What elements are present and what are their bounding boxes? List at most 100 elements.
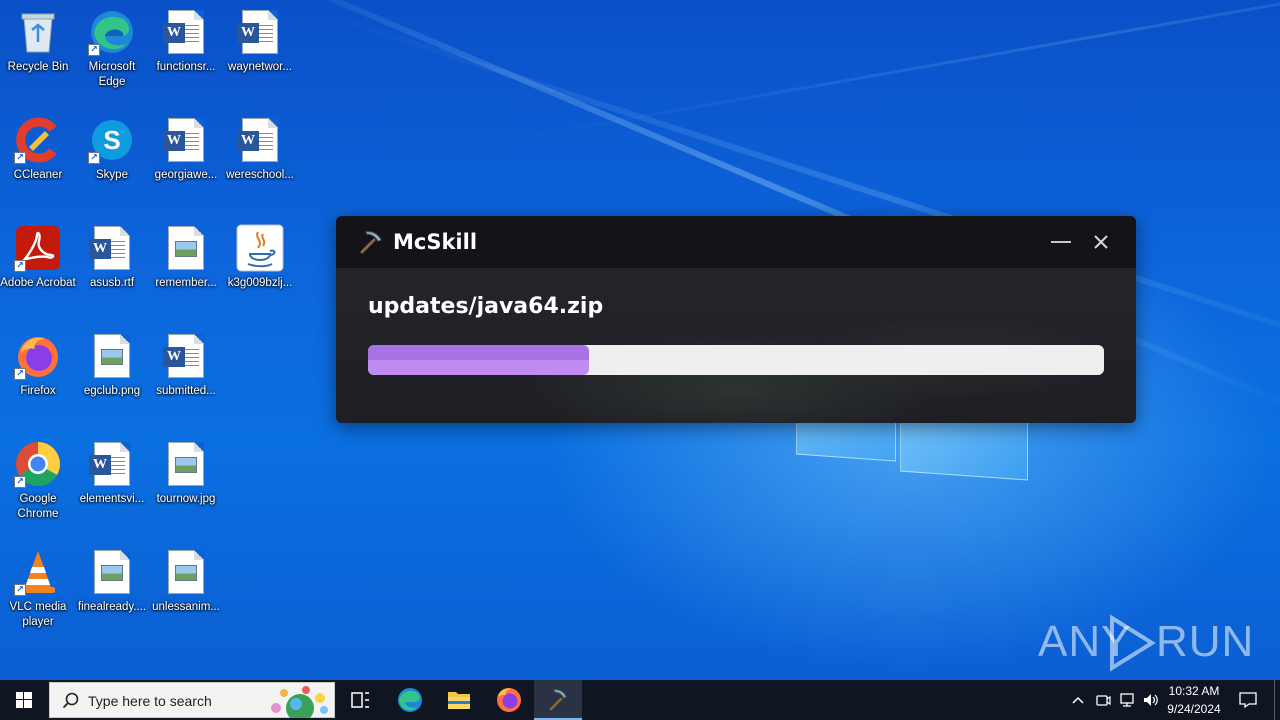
acrobat-icon: ↗ (14, 224, 62, 272)
word-doc-icon: W (162, 8, 210, 56)
desktop-icon-k3g009bzlj[interactable]: k3g009bzlj... (222, 216, 298, 320)
search-highlight-illustration-icon (271, 686, 328, 718)
edge-icon: ↗ (88, 8, 136, 56)
desktop-icon-asusb[interactable]: W asusb.rtf (74, 216, 150, 320)
window-title: McSkill (393, 230, 478, 254)
svg-text:S: S (103, 125, 120, 155)
desktop-icon-chrome[interactable]: ↗ Google Chrome (0, 432, 76, 536)
desktop-icon-finealready[interactable]: finealready.... (74, 540, 150, 644)
light-beam (499, 0, 1280, 143)
word-doc-icon: W (162, 116, 210, 164)
desktop-icon-ccleaner[interactable]: ↗ CCleaner (0, 108, 76, 212)
desktop-icon-tournow[interactable]: tournow.jpg (148, 432, 224, 536)
icon-label: wereschool... (226, 169, 294, 181)
image-file-icon (88, 332, 136, 380)
icon-label: Recycle Bin (7, 61, 69, 73)
pickaxe-icon (358, 228, 384, 254)
desktop-icon-recycle-bin[interactable]: Recycle Bin (0, 0, 76, 104)
firefox-icon: ↗ (14, 332, 62, 380)
taskbar-file-explorer-button[interactable] (435, 680, 483, 720)
ccleaner-icon: ↗ (14, 116, 62, 164)
icon-label: Firefox (20, 385, 56, 397)
icon-label: k3g009bzlj... (227, 277, 293, 289)
desktop-icon-edge[interactable]: ↗ Microsoft Edge (74, 0, 150, 104)
java-icon (236, 224, 284, 272)
shortcut-arrow-icon: ↗ (14, 368, 26, 380)
network-icon[interactable] (1118, 691, 1136, 709)
desktop-icon-remember[interactable]: remember... (148, 216, 224, 320)
desktop-icon-unlessanim[interactable]: unlessanim... (148, 540, 224, 644)
icon-label: Adobe Acrobat (0, 277, 76, 289)
icon-label: georgiawe... (154, 169, 218, 181)
windows-logo-icon (16, 692, 32, 708)
shortcut-arrow-icon: ↗ (14, 152, 26, 164)
desktop-icon-functionsr[interactable]: W functionsr... (148, 0, 224, 104)
taskbar-edge-button[interactable] (386, 680, 434, 720)
show-desktop-button[interactable] (1274, 680, 1280, 720)
vlc-icon: ↗ (14, 548, 62, 596)
anyrun-watermark: ANY RUN (1038, 612, 1253, 672)
desktop-icon-elementsvi[interactable]: W elementsvi... (74, 432, 150, 536)
edge-icon (398, 688, 422, 712)
image-file-icon (88, 548, 136, 596)
word-doc-icon: W (236, 116, 284, 164)
taskbar-search-box[interactable]: Type here to search (49, 682, 335, 718)
watermark-run: RUN (1156, 617, 1255, 666)
desktop-icon-skype[interactable]: S ↗ Skype (74, 108, 150, 212)
chrome-icon: ↗ (14, 440, 62, 488)
shortcut-arrow-icon: ↗ (88, 152, 100, 164)
close-icon (1094, 235, 1108, 249)
folder-icon (448, 692, 470, 709)
image-file-icon (162, 548, 210, 596)
clock-date[interactable]: 9/24/2024 (1162, 702, 1226, 716)
task-view-button[interactable] (336, 680, 384, 720)
word-doc-icon: W (162, 332, 210, 380)
desktop-icon-egclub[interactable]: egclub.png (74, 324, 150, 428)
desktop-icon-submitted[interactable]: W submitted... (148, 324, 224, 428)
firefox-icon (497, 688, 521, 712)
icon-label: tournow.jpg (156, 493, 216, 505)
icon-label: functionsr... (156, 61, 216, 73)
desktop-icon-acrobat[interactable]: ↗ Adobe Acrobat (0, 216, 76, 320)
close-button[interactable] (1088, 230, 1114, 254)
volume-icon[interactable] (1142, 691, 1160, 709)
clock-time[interactable]: 10:32 AM (1162, 684, 1226, 698)
desktop-icon-vlc[interactable]: ↗ VLC media player (0, 540, 76, 644)
image-file-icon (162, 440, 210, 488)
window-titlebar[interactable]: McSkill (336, 216, 1136, 268)
download-progress-bar (368, 345, 1104, 375)
play-triangle-icon (1110, 614, 1156, 672)
minimize-button[interactable] (1046, 230, 1076, 254)
search-placeholder: Type here to search (88, 693, 212, 709)
word-doc-icon: W (88, 224, 136, 272)
start-button[interactable] (0, 680, 48, 720)
shortcut-arrow-icon: ↗ (14, 584, 26, 596)
icon-label: unlessanim... (152, 601, 220, 613)
recycle-bin-icon (14, 8, 62, 56)
notifications-icon[interactable] (1238, 690, 1258, 710)
show-hidden-icons-chevron-up-icon[interactable] (1070, 692, 1086, 708)
shortcut-arrow-icon: ↗ (14, 260, 26, 272)
skype-icon: S ↗ (88, 116, 136, 164)
icon-label: egclub.png (83, 385, 141, 397)
image-file-icon (162, 224, 210, 272)
icon-label: Microsoft Edge (88, 61, 136, 88)
shortcut-arrow-icon: ↗ (14, 476, 26, 488)
shortcut-arrow-icon: ↗ (88, 44, 100, 56)
taskbar: Type here to search 10:32 AM 9/24/2024 (0, 680, 1280, 720)
mcskill-launcher-window: McSkill updates/java64.zip (336, 216, 1136, 423)
icon-label: submitted... (156, 385, 216, 397)
meet-now-icon[interactable] (1094, 691, 1112, 709)
desktop-icon-waynetwor[interactable]: W waynetwor... (222, 0, 298, 104)
progress-fill (368, 345, 589, 375)
icon-label: VLC media player (9, 601, 67, 628)
taskbar-mcskill-button[interactable] (534, 680, 582, 720)
icon-label: Skype (96, 169, 128, 181)
desktop-icon-wereschool[interactable]: W wereschool... (222, 108, 298, 212)
desktop-icon-georgiawe[interactable]: W georgiawe... (148, 108, 224, 212)
taskbar-firefox-button[interactable] (485, 680, 533, 720)
icon-label: remember... (155, 277, 217, 289)
word-doc-icon: W (88, 440, 136, 488)
desktop-icon-firefox[interactable]: ↗ Firefox (0, 324, 76, 428)
icon-label: waynetwor... (228, 61, 292, 73)
